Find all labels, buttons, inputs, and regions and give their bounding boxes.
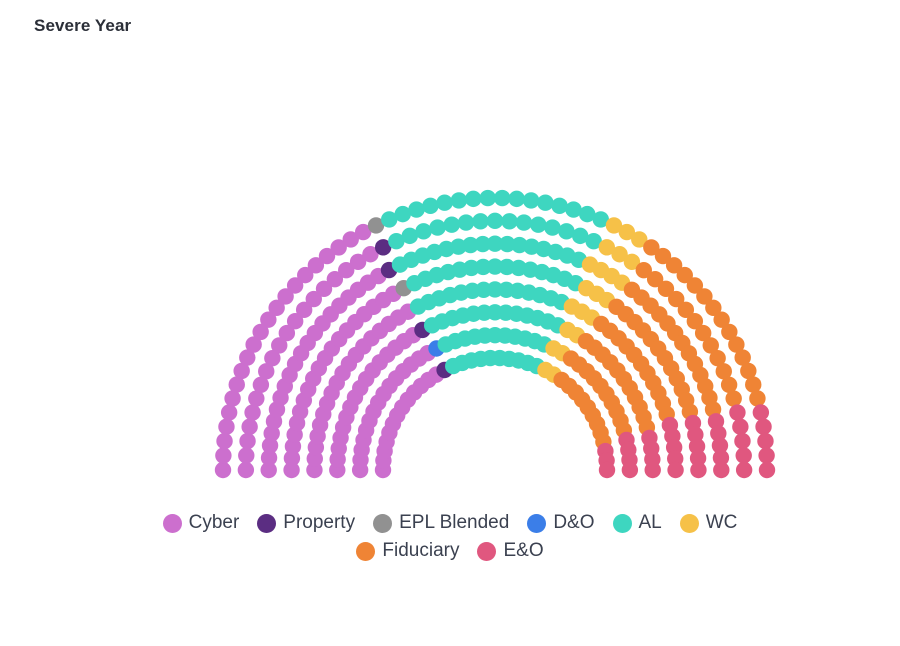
arc-dot[interactable] — [218, 418, 235, 435]
arc-dot[interactable] — [752, 404, 770, 421]
legend-item-epl-blended[interactable]: EPL Blended — [373, 512, 509, 534]
arc-dot[interactable] — [479, 189, 496, 207]
legend-swatch-icon — [356, 541, 376, 561]
arc-dot[interactable] — [690, 461, 707, 479]
legend-swatch-icon — [162, 513, 182, 533]
arc-dot[interactable] — [544, 219, 561, 236]
arc-dot[interactable] — [450, 192, 468, 209]
page-title: Severe Year — [34, 16, 132, 35]
arc-dot[interactable] — [241, 418, 258, 435]
arc-dot[interactable] — [239, 432, 256, 450]
arc-dot[interactable] — [238, 447, 255, 464]
arc-dot[interactable] — [745, 376, 762, 393]
arc-dot[interactable] — [465, 190, 482, 208]
arc-dot[interactable] — [508, 190, 525, 208]
arc-dot[interactable] — [732, 418, 749, 435]
arc-dot[interactable] — [429, 219, 446, 236]
arc-dot[interactable] — [515, 214, 533, 231]
arc-dot[interactable] — [735, 447, 752, 464]
legend-swatch-icon — [612, 513, 632, 533]
legend-item-cyber[interactable]: Cyber — [162, 512, 240, 534]
legend-item-e-o[interactable]: E&O — [477, 540, 544, 562]
arc-dot[interactable] — [522, 192, 540, 209]
legend-swatch-icon — [257, 513, 277, 533]
dot-layer — [214, 189, 776, 479]
arc-dot[interactable] — [598, 461, 616, 479]
legend-item-d-o[interactable]: D&O — [527, 512, 595, 534]
legend-item-label: EPL Blended — [399, 512, 510, 533]
legend-item-wc[interactable]: WC — [679, 512, 738, 534]
arc-dot[interactable] — [621, 461, 639, 479]
arc-dot[interactable] — [734, 432, 751, 450]
legend-item-label: AL — [638, 512, 662, 533]
arc-dot[interactable] — [472, 213, 489, 230]
legend-swatch-icon — [527, 513, 547, 533]
arc-dot[interactable] — [220, 404, 238, 421]
arc-dot[interactable] — [457, 214, 475, 231]
arc-dot[interactable] — [735, 461, 753, 479]
arc-dot[interactable] — [215, 447, 232, 464]
arc-dot[interactable] — [244, 404, 261, 421]
arc-dot[interactable] — [758, 461, 776, 479]
parliament-arc-chart — [0, 58, 900, 498]
legend-swatch-icon — [679, 513, 699, 533]
arc-dot[interactable] — [758, 447, 775, 464]
legend-row-secondary: Fiduciary E&O — [0, 540, 900, 562]
legend-swatch-icon — [477, 541, 497, 561]
arc-dot[interactable] — [224, 390, 241, 407]
chart-legend: Cyber Property EPL Blended D&O AL WC Fiduciar… — [0, 512, 900, 568]
arc-dot[interactable] — [494, 189, 511, 207]
arc-dot[interactable] — [216, 432, 233, 450]
arc-dot[interactable] — [436, 194, 453, 211]
legend-row-primary: Cyber Property EPL Blended D&O AL WC — [0, 512, 900, 534]
arc-dot[interactable] — [530, 216, 547, 233]
arc-dot[interactable] — [713, 461, 730, 479]
legend-item-property[interactable]: Property — [257, 512, 355, 534]
legend-item-label: WC — [705, 512, 738, 533]
arc-svg — [214, 189, 776, 479]
arc-dot[interactable] — [486, 212, 504, 230]
legend-item-label: Property — [283, 512, 356, 533]
legend-item-fiduciary[interactable]: Fiduciary — [356, 540, 459, 562]
arc-dot[interactable] — [214, 461, 232, 479]
legend-item-label: D&O — [553, 512, 595, 533]
arc-dot[interactable] — [667, 461, 684, 479]
arc-dot[interactable] — [422, 197, 439, 214]
arc-dot[interactable] — [729, 404, 746, 421]
arc-dot[interactable] — [537, 194, 554, 211]
arc-dot[interactable] — [408, 201, 425, 218]
chart-card: Severe Year Cyber Property EPL Blended D&O A… — [0, 0, 900, 646]
arc-dot[interactable] — [501, 213, 518, 230]
arc-dot[interactable] — [644, 461, 661, 479]
legend-item-al[interactable]: AL — [612, 512, 662, 534]
legend-item-label: Cyber — [188, 512, 240, 533]
arc-dot[interactable] — [237, 461, 255, 479]
arc-dot[interactable] — [551, 197, 568, 214]
legend-swatch-icon — [373, 513, 393, 533]
arc-dot[interactable] — [443, 216, 460, 233]
arc-dot[interactable] — [755, 418, 772, 435]
arc-dot[interactable] — [757, 432, 774, 450]
legend-item-label: Fiduciary — [382, 540, 460, 561]
arc-dot[interactable] — [415, 223, 432, 240]
arc-dot[interactable] — [725, 390, 742, 407]
arc-dot[interactable] — [749, 390, 766, 407]
legend-item-label: E&O — [503, 540, 544, 561]
